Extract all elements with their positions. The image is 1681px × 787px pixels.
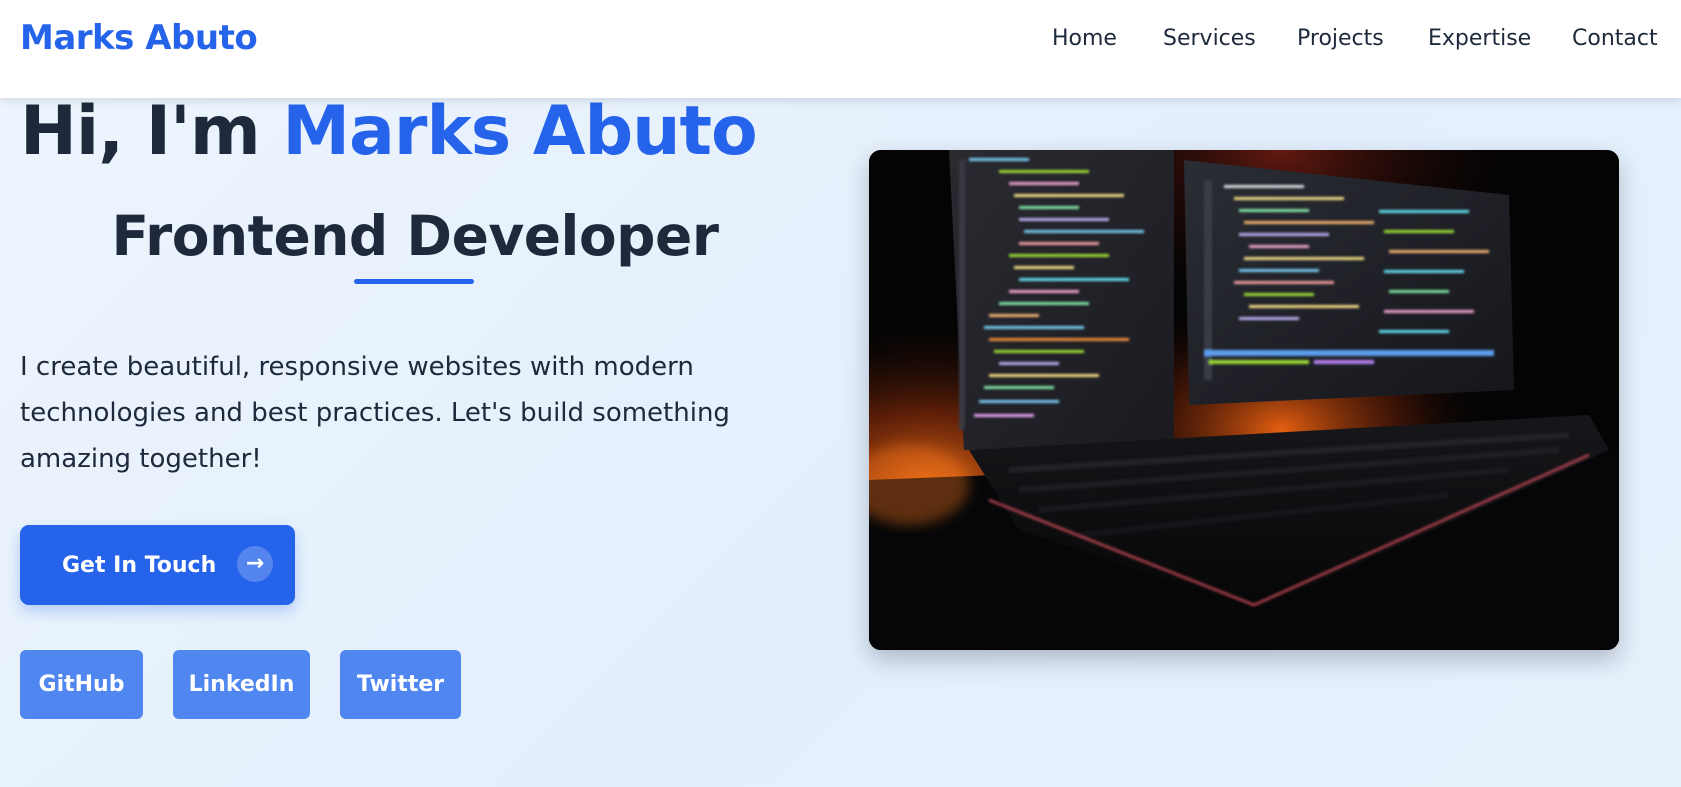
code-workstation-illustration <box>869 150 1619 650</box>
nav-link-expertise[interactable]: Expertise <box>1428 26 1531 51</box>
hero-name: Marks Abuto <box>282 92 757 171</box>
hero-greeting: Hi, I'm <box>20 92 283 171</box>
site-header: Marks Abuto Home Services Projects Exper… <box>0 0 1681 98</box>
cta-label: Get In Touch <box>62 553 217 578</box>
hero-description: I create beautiful, responsive websites … <box>20 352 730 474</box>
nav-link-projects[interactable]: Projects <box>1297 26 1384 51</box>
nav-link-home[interactable]: Home <box>1052 26 1117 51</box>
get-in-touch-button[interactable]: Get In Touch → <box>20 525 295 605</box>
linkedin-button[interactable]: LinkedIn <box>173 650 310 719</box>
github-button[interactable]: GitHub <box>20 650 143 719</box>
main-nav: Home Services Projects Expertise Contact <box>0 26 1681 56</box>
hero-image <box>869 150 1619 650</box>
nav-link-contact[interactable]: Contact <box>1572 26 1658 51</box>
hero-role: Frontend Developer <box>111 204 719 268</box>
hero-title: Hi, I'm Marks Abuto <box>20 92 758 171</box>
arrow-right-icon: → <box>237 546 273 582</box>
twitter-button[interactable]: Twitter <box>340 650 461 719</box>
nav-link-services[interactable]: Services <box>1163 26 1256 51</box>
role-underline <box>354 279 474 284</box>
